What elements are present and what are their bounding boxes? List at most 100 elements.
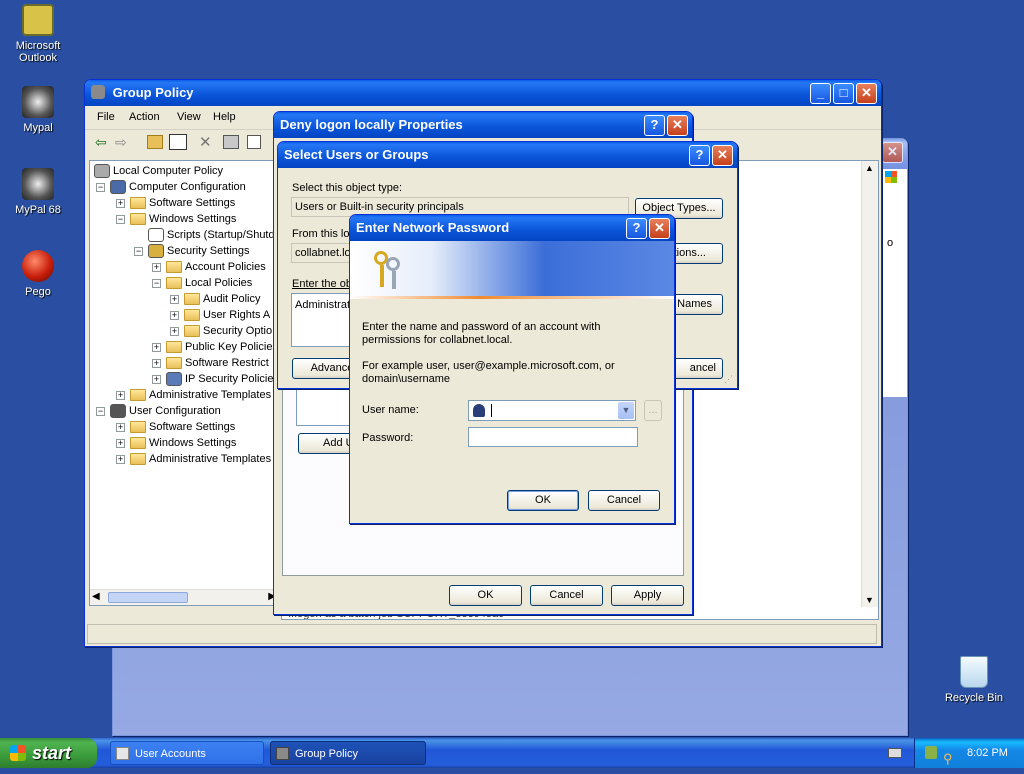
tree-item[interactable]: + IP Security Policie [152,371,273,387]
folder-icon [130,197,146,209]
desktop-icon-outlook[interactable]: Microsoft Outlook [0,4,76,64]
tree-item[interactable]: − Security Settings [134,243,250,259]
expand-icon[interactable]: + [152,262,161,272]
start-button[interactable]: start [0,738,97,768]
expand-icon[interactable]: + [170,326,179,336]
desktop-icon-recycle-bin[interactable]: Recycle Bin [936,656,1012,704]
desktop-icon-label: Microsoft Outlook [15,40,61,64]
expand-icon[interactable]: + [152,374,161,384]
help-icon[interactable]: ? [689,145,710,166]
collapse-icon[interactable]: − [96,406,105,416]
properties-icon[interactable] [223,135,239,149]
tree-item[interactable]: Local Computer Policy [94,163,223,179]
tree-pane[interactable]: Local Computer Policy − Computer Configur… [89,160,279,606]
help-icon[interactable]: ? [644,115,665,136]
close-icon[interactable]: ✕ [712,145,733,166]
chevron-down-icon[interactable]: ▼ [618,402,634,419]
tree-item[interactable]: − Computer Configuration [96,179,246,195]
folder-icon [184,293,200,305]
delete-icon[interactable]: ✕ [199,133,212,151]
tree-item[interactable]: − Local Policies [152,275,252,291]
vertical-scrollbar[interactable]: ▲ ▼ [861,161,878,607]
forward-arrow-icon[interactable]: ⇨ [115,134,127,151]
close-icon[interactable]: ✕ [649,218,670,239]
cancel-button[interactable]: Cancel [530,585,603,606]
username-combobox[interactable]: ▼ [468,400,636,421]
desktop-icon-pego[interactable]: Pego [0,250,76,298]
expand-icon[interactable]: + [116,438,125,448]
export-list-icon[interactable] [247,135,261,149]
tree-item[interactable]: + Administrative Templates [116,387,271,403]
tree-item[interactable]: + Software Settings [116,419,235,435]
network-password-dialog[interactable]: Enter Network Password ? ✕ Enter the nam… [349,214,675,524]
tree-item[interactable]: + Public Key Policies [152,339,278,355]
tree-item[interactable]: + Account Policies [152,259,266,275]
network-icon[interactable] [925,746,937,759]
browse-button[interactable]: ... [644,400,662,421]
expand-icon[interactable]: + [116,198,125,208]
expand-icon[interactable]: + [170,294,179,304]
menu-action[interactable]: Action [129,111,160,123]
desktop-icon-mypal68[interactable]: MyPal 68 [0,168,76,216]
keyboard-icon[interactable] [888,748,902,758]
resize-grip-icon[interactable]: ⋰ [724,374,733,385]
close-icon[interactable]: ✕ [856,83,877,104]
background-window-panel [883,169,907,397]
user-icon [473,404,485,417]
show-hide-tree-icon[interactable] [169,134,187,150]
expand-icon[interactable]: + [116,422,125,432]
close-icon[interactable]: ✕ [667,115,688,136]
expand-icon[interactable]: + [170,310,179,320]
keys-icon [370,249,404,291]
ok-button[interactable]: OK [449,585,522,606]
menu-file[interactable]: File [97,111,115,123]
scroll-left-icon[interactable]: ◀ [92,591,100,602]
taskbar-item-user-accounts[interactable]: User Accounts [110,741,264,765]
back-arrow-icon[interactable]: ⇦ [95,134,107,151]
minimize-icon[interactable]: _ [810,83,831,104]
network-password-titlebar[interactable]: Enter Network Password ? ✕ [350,215,674,241]
tree-item[interactable]: − Windows Settings [116,211,236,227]
tree-item[interactable]: + Software Settings [116,195,235,211]
ok-button[interactable]: OK [507,490,579,511]
menu-help[interactable]: Help [213,111,236,123]
expand-icon[interactable]: + [152,342,161,352]
close-icon[interactable]: ✕ [882,142,903,163]
tree-horizontal-scrollbar[interactable]: ◀ ▶ [90,589,278,605]
taskbar-item-group-policy[interactable]: Group Policy [270,741,426,765]
tree-item[interactable]: + Software Restrict [152,355,269,371]
group-policy-titlebar[interactable]: Group Policy _ □ ✕ [85,80,881,106]
password-input[interactable] [468,427,638,447]
menu-view[interactable]: View [177,111,201,123]
clock[interactable]: 8:02 PM [967,738,1008,768]
desktop-icon-label: Recycle Bin [944,692,1004,704]
scroll-up-icon[interactable]: ▲ [865,163,874,173]
tree-item[interactable]: + Administrative Templates [116,451,271,467]
tree-item[interactable]: + Security Optio [170,323,272,339]
collapse-icon[interactable]: − [134,246,143,256]
user-accounts-icon [116,747,129,760]
tree-item[interactable]: + Windows Settings [116,435,236,451]
collapse-icon[interactable]: − [152,278,161,288]
cancel-button[interactable]: Cancel [588,490,660,511]
maximize-icon[interactable]: □ [833,83,854,104]
collapse-icon[interactable]: − [96,182,105,192]
expand-icon[interactable]: + [116,390,125,400]
desktop-icon-mypal[interactable]: Mypal [0,86,76,134]
collapse-icon[interactable]: − [116,214,125,224]
deny-logon-titlebar[interactable]: Deny logon locally Properties ? ✕ [274,112,692,138]
tree-item[interactable]: Scripts (Startup/Shutd [148,227,275,243]
search-icon[interactable]: ⚲ [943,744,953,774]
expand-icon[interactable]: + [152,358,161,368]
select-users-titlebar[interactable]: Select Users or Groups ? ✕ [278,142,737,168]
folder-icon [166,277,182,289]
scroll-thumb[interactable] [108,592,188,603]
expand-icon[interactable]: + [116,454,125,464]
scroll-down-icon[interactable]: ▼ [865,595,874,605]
help-icon[interactable]: ? [626,218,647,239]
tree-item[interactable]: + Audit Policy [170,291,260,307]
apply-button[interactable]: Apply [611,585,684,606]
tree-item[interactable]: + User Rights A [170,307,270,323]
tree-item[interactable]: − User Configuration [96,403,221,419]
up-folder-icon[interactable] [147,135,163,149]
